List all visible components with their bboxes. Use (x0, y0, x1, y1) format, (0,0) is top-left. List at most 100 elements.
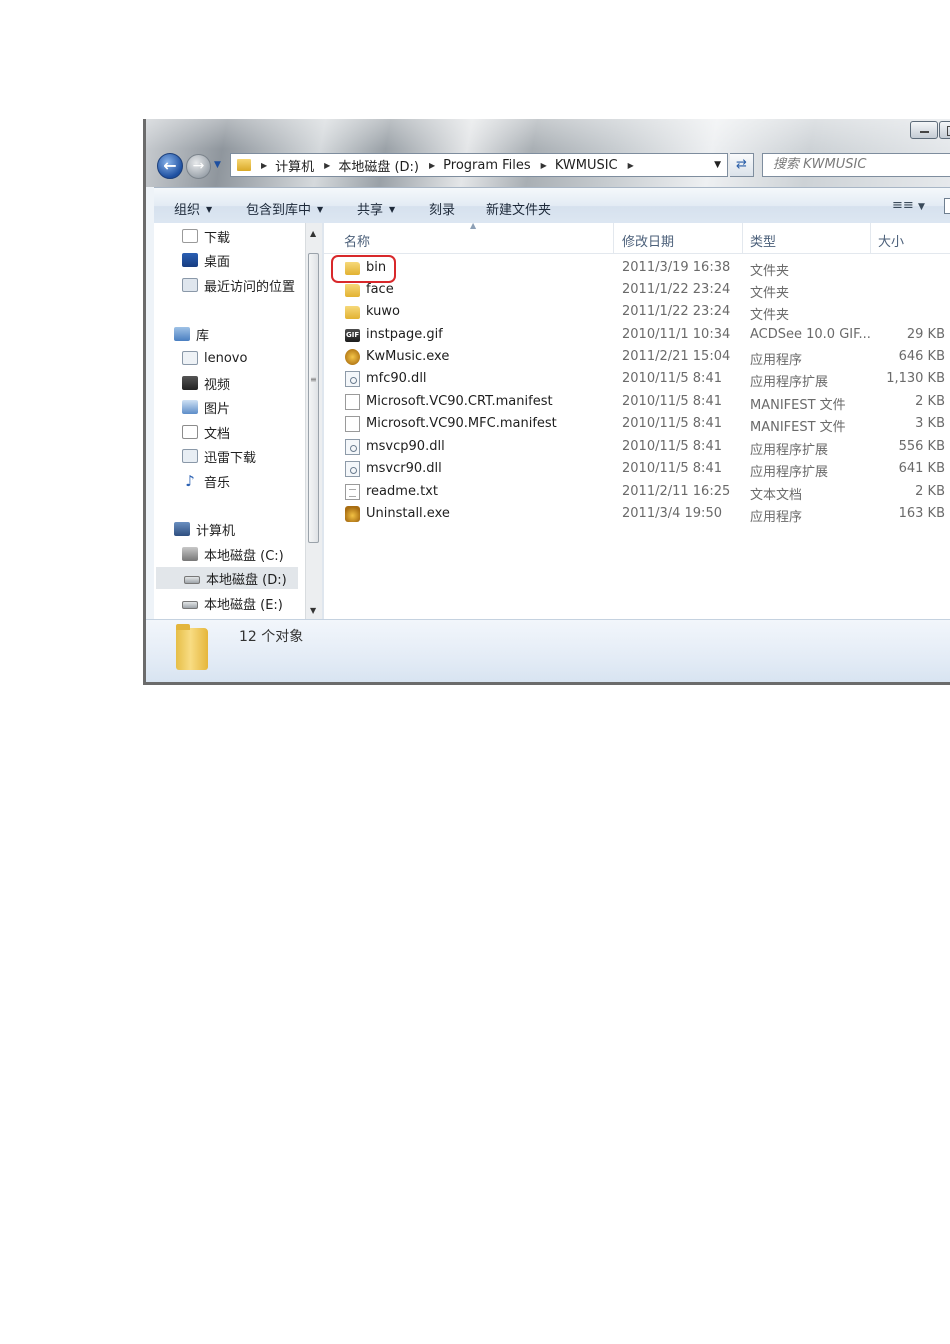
file-row[interactable]: Microsoft.VC90.MFC.manifest 2010/11/5 8:… (324, 413, 950, 435)
column-header-type[interactable]: 类型 (750, 231, 776, 250)
nav-item-lenovo[interactable]: lenovo (182, 347, 247, 369)
file-row[interactable]: bin 2011/3/19 16:38 文件夹 (324, 257, 950, 279)
column-divider[interactable] (870, 223, 871, 253)
file-type: 文本文档 (750, 488, 803, 503)
file-row[interactable]: kuwo 2011/1/22 23:24 文件夹 (324, 301, 950, 323)
nav-item-pictures[interactable]: 图片 (182, 396, 230, 418)
details-pane: 12 个对象 (146, 619, 950, 682)
nav-group-computer[interactable]: 计算机 (174, 518, 235, 540)
file-size: 2 KB (915, 484, 945, 499)
nav-group-label: 库 (196, 328, 210, 344)
recent-pages-dropdown[interactable]: ▼ (214, 160, 221, 170)
search-input[interactable]: 搜索 KWMUSIC (762, 153, 950, 177)
file-row[interactable]: KwMusic.exe 2011/2/21 15:04 应用程序 646 KB (324, 346, 950, 368)
file-date: 2011/3/4 19:50 (622, 506, 722, 521)
folder-icon (345, 284, 360, 297)
file-row[interactable]: instpage.gif 2010/11/1 10:34 ACDSee 10.0… (324, 324, 950, 346)
video-icon (182, 376, 198, 390)
file-name: KwMusic.exe (366, 349, 450, 364)
nav-item-label: 本地磁盘 (C:) (204, 548, 284, 564)
organize-menu[interactable]: 组织 ▼ (174, 199, 212, 218)
nav-item-documents[interactable]: 文档 (182, 421, 230, 443)
file-name: Microsoft.VC90.MFC.manifest (366, 416, 557, 431)
file-type: ACDSee 10.0 GIF... (750, 327, 871, 342)
gif-file-icon (345, 329, 360, 342)
nav-item-label: 下载 (204, 230, 231, 246)
address-bar[interactable]: ▶ 计算机 ▶ 本地磁盘 (D:) ▶ Program Files ▶ KWMU… (230, 153, 728, 177)
column-divider[interactable] (742, 223, 743, 253)
file-type: 文件夹 (750, 264, 790, 279)
nav-item-label: 最近访问的位置 (204, 279, 296, 295)
breadcrumb-kwmusic[interactable]: KWMUSIC (555, 158, 618, 173)
address-dropdown-icon[interactable]: ▼ (714, 160, 721, 170)
refresh-button[interactable]: ⇄ (730, 153, 754, 177)
file-type: 文件夹 (750, 308, 790, 323)
nav-item-music[interactable]: ♪ 音乐 (182, 470, 230, 492)
preview-pane-button[interactable] (944, 198, 950, 214)
nav-group-libraries[interactable]: 库 (174, 323, 209, 345)
file-row[interactable]: msvcp90.dll 2010/11/5 8:41 应用程序扩展 556 KB (324, 436, 950, 458)
sort-ascending-icon: ▲ (470, 223, 477, 230)
column-header-name[interactable]: 名称 (344, 231, 370, 250)
include-in-library-menu[interactable]: 包含到库中 ▼ (246, 199, 323, 218)
nav-item-drive-c[interactable]: 本地磁盘 (C:) (182, 543, 284, 565)
breadcrumb-chevron-icon[interactable]: ▶ (628, 161, 634, 170)
file-date: 2010/11/5 8:41 (622, 416, 722, 431)
file-row[interactable]: face 2011/1/22 23:24 文件夹 (324, 279, 950, 301)
desktop-icon (182, 253, 198, 267)
nav-item-downloads[interactable]: 下载 (182, 225, 230, 247)
share-menu[interactable]: 共享 ▼ (357, 199, 395, 218)
file-date: 2011/3/19 16:38 (622, 260, 731, 275)
breadcrumb-chevron-icon[interactable]: ▶ (324, 161, 330, 170)
file-row[interactable]: Uninstall.exe 2011/3/4 19:50 应用程序 163 KB (324, 503, 950, 525)
nav-item-label: 视频 (204, 377, 231, 393)
change-view-button[interactable]: ≡≡ ▼ (892, 198, 925, 213)
column-header-size[interactable]: 大小 (878, 231, 904, 250)
drive-icon (184, 576, 200, 584)
nav-pane-scrollbar[interactable]: ▲ ≡ ▼ (305, 223, 322, 619)
folder-icon (345, 306, 360, 319)
new-folder-button[interactable]: 新建文件夹 (486, 199, 551, 218)
file-row[interactable]: msvcr90.dll 2010/11/5 8:41 应用程序扩展 641 KB (324, 458, 950, 480)
back-button[interactable]: ← (157, 153, 183, 179)
nav-item-drive-d[interactable]: 本地磁盘 (D:) (156, 567, 298, 589)
file-date: 2010/11/5 8:41 (622, 394, 722, 409)
nav-item-drive-e[interactable]: 本地磁盘 (E:) (182, 592, 283, 614)
forward-button[interactable]: → (186, 154, 211, 179)
thunder-download-icon (182, 449, 198, 463)
scroll-up-icon[interactable]: ▲ (310, 229, 316, 238)
include-in-library-label: 包含到库中 (246, 203, 312, 218)
breadcrumb-chevron-icon[interactable]: ▶ (429, 161, 435, 170)
file-list: ▲ 名称 修改日期 类型 大小 bin 2011/3/19 16:38 文件夹 … (324, 223, 950, 619)
breadcrumb-computer[interactable]: 计算机 (275, 156, 314, 175)
file-date: 2011/1/22 23:24 (622, 304, 731, 319)
scroll-down-icon[interactable]: ▼ (310, 606, 316, 615)
file-date: 2011/2/11 16:25 (622, 484, 731, 499)
file-name: mfc90.dll (366, 371, 427, 386)
nav-item-videos[interactable]: 视频 (182, 372, 230, 394)
breadcrumb-chevron-icon[interactable]: ▶ (541, 161, 547, 170)
share-label: 共享 (357, 203, 384, 218)
breadcrumb-program-files[interactable]: Program Files (443, 158, 531, 173)
nav-item-thunder-downloads[interactable]: 迅雷下载 (182, 445, 256, 467)
nav-item-label: 桌面 (204, 254, 231, 270)
back-arrow-icon: ← (163, 156, 177, 175)
file-row[interactable]: mfc90.dll 2010/11/5 8:41 应用程序扩展 1,130 KB (324, 368, 950, 390)
minimize-button[interactable] (910, 121, 938, 139)
file-row[interactable]: Microsoft.VC90.CRT.manifest 2010/11/5 8:… (324, 391, 950, 413)
nav-item-desktop[interactable]: 桌面 (182, 249, 230, 271)
file-date: 2011/1/22 23:24 (622, 282, 731, 297)
column-header-date[interactable]: 修改日期 (622, 231, 674, 250)
pictures-icon (182, 400, 198, 414)
column-divider[interactable] (613, 223, 614, 253)
file-name: Uninstall.exe (366, 506, 450, 521)
scrollbar-thumb[interactable] (308, 253, 319, 543)
file-row[interactable]: readme.txt 2011/2/11 16:25 文本文档 2 KB (324, 481, 950, 503)
breadcrumb-drive-d[interactable]: 本地磁盘 (D:) (338, 156, 419, 175)
file-type: MANIFEST 文件 (750, 420, 846, 435)
burn-button[interactable]: 刻录 (429, 199, 455, 218)
manifest-file-icon (345, 394, 360, 410)
nav-item-recent-places[interactable]: 最近访问的位置 (182, 274, 295, 296)
breadcrumb-chevron-icon[interactable]: ▶ (261, 161, 267, 170)
maximize-button[interactable] (939, 121, 950, 139)
